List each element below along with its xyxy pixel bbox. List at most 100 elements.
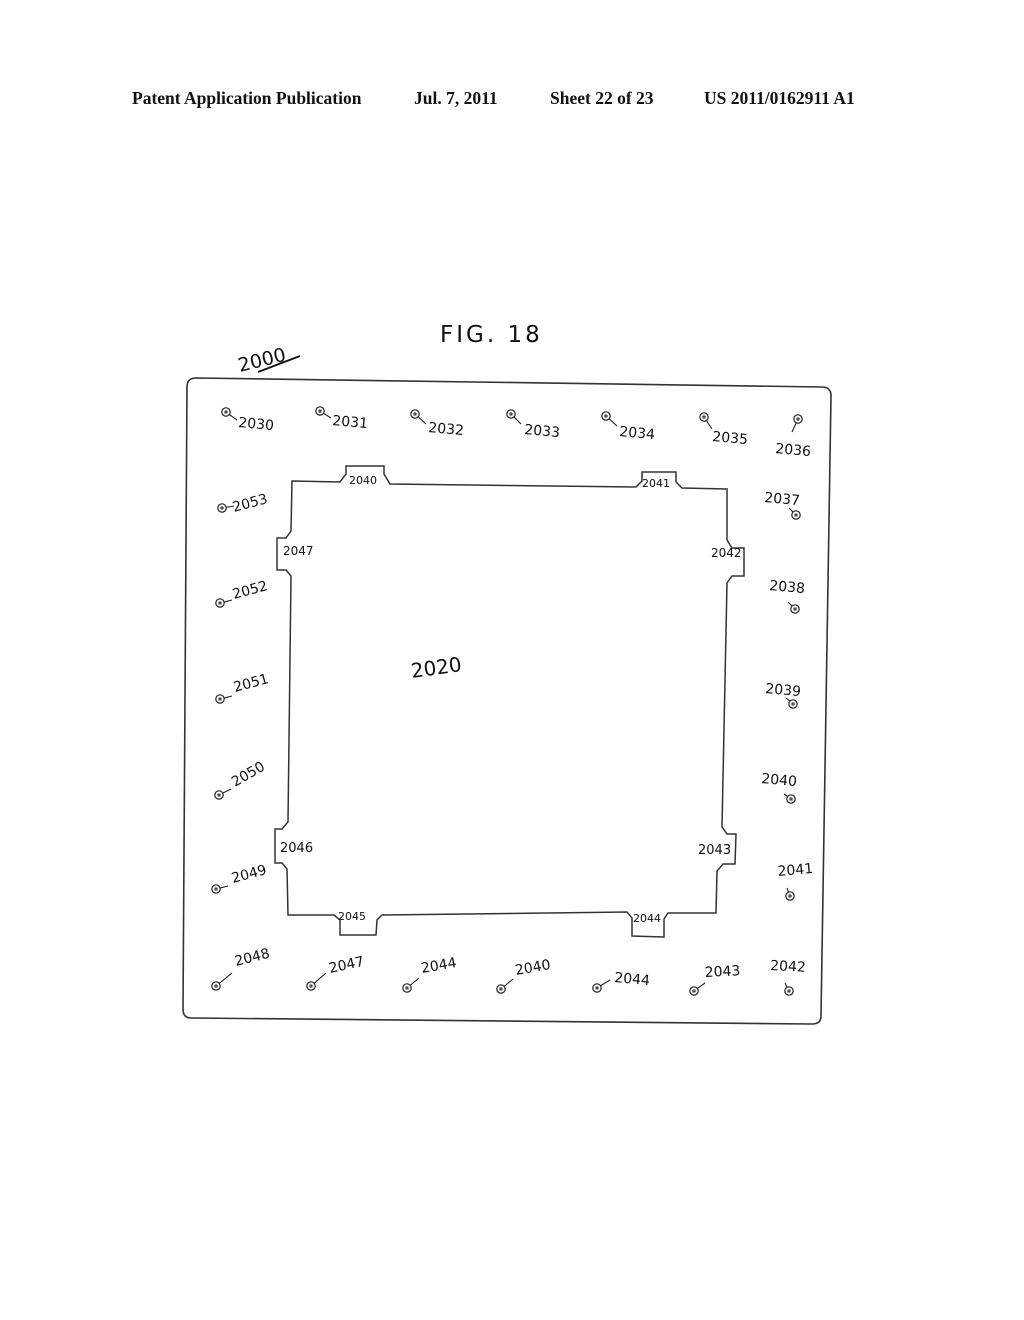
marker-ref-label: 2036	[775, 441, 812, 460]
leader-line	[410, 977, 420, 986]
fastener-hole-center	[309, 984, 313, 988]
leader-line	[786, 887, 789, 892]
marker-ref-label: 2044	[614, 970, 651, 989]
fastener-hole-center	[405, 986, 409, 990]
inner-opening-outline	[274, 465, 745, 938]
tab-label-top-left: 2040	[349, 474, 377, 487]
fastener-marker: 2042	[770, 958, 806, 996]
fastener-hole-center	[604, 414, 608, 418]
fastener-marker: 2040	[496, 957, 552, 994]
marker-ref-label: 2042	[770, 958, 806, 976]
marker-ref-label: 2031	[332, 413, 369, 432]
fastener-marker: 2031	[315, 406, 369, 432]
tab-label-bottom-right: 2044	[633, 912, 661, 925]
fastener-marker: 2035	[699, 412, 749, 448]
fastener-hole-center	[595, 986, 599, 990]
fastener-hole-center	[218, 697, 222, 701]
fastener-hole-center	[218, 601, 222, 605]
fastener-hole-center	[791, 702, 795, 706]
fastener-marker: 2039	[765, 681, 802, 709]
marker-ref-label: 2034	[619, 424, 656, 443]
marker-ref-label: 2050	[229, 759, 268, 791]
fastener-hole-center	[794, 513, 798, 517]
fastener-hole-center	[214, 887, 218, 891]
leader-line	[219, 972, 233, 984]
marker-ref-label: 2052	[231, 578, 270, 603]
fastener-hole-center	[318, 409, 322, 413]
marker-ref-label: 2039	[765, 681, 802, 700]
tab-label-left-lower: 2046	[280, 841, 313, 856]
leader-line	[788, 507, 794, 513]
marker-ref-label: 2048	[233, 946, 271, 970]
fastener-marker: 2033	[506, 409, 561, 441]
leader-line	[600, 979, 611, 987]
marker-ref-label: 2030	[238, 415, 275, 434]
fastener-marker: 2041	[777, 861, 814, 901]
tab-label-left-upper: 2047	[283, 544, 314, 558]
fastener-hole-center	[702, 415, 706, 419]
marker-ref-label: 2038	[769, 578, 806, 597]
tab-label-right-upper: 2042	[711, 546, 742, 560]
fastener-hole-center	[692, 989, 696, 993]
marker-ref-label: 2043	[704, 963, 740, 981]
leader-line	[513, 416, 522, 425]
fastener-hole-center	[787, 989, 791, 993]
marker-ref-label: 2040	[761, 771, 798, 790]
marker-ref-label: 2047	[328, 954, 366, 977]
fastener-hole-center	[214, 984, 218, 988]
fastener-hole-center	[499, 987, 503, 991]
marker-ref-label: 2041	[777, 861, 814, 880]
marker-ref-label: 2037	[764, 490, 801, 509]
fastener-marker: 2050	[214, 759, 268, 800]
marker-ref-label: 2053	[231, 491, 270, 516]
leader-line	[229, 414, 238, 421]
figure-title: FIG. 18	[440, 322, 543, 348]
perimeter-markers: 2030 2031 2032 2033 2034 2035 2036 2037 2038 2039…	[211, 406, 814, 996]
leader-line	[417, 416, 427, 425]
fastener-hole-center	[788, 894, 792, 898]
leader-line	[791, 422, 797, 433]
fastener-hole-center	[509, 412, 513, 416]
leader-line	[697, 982, 706, 989]
leader-line	[220, 885, 229, 889]
tab-label-top-right: 2041	[642, 477, 670, 490]
marker-ref-label: 2040	[514, 957, 552, 979]
fastener-marker: 2034	[601, 411, 656, 443]
fastener-marker: 2049	[211, 862, 269, 894]
leader-line	[224, 599, 233, 603]
fastener-hole-center	[224, 410, 228, 414]
fastener-hole-center	[793, 607, 797, 611]
fastener-marker: 2030	[221, 407, 275, 434]
fastener-hole-center	[789, 797, 793, 801]
fastener-hole-center	[220, 506, 224, 510]
leader-line	[783, 793, 788, 797]
fastener-marker: 2043	[689, 963, 741, 996]
leader-line	[784, 982, 788, 988]
leader-line	[314, 972, 327, 984]
assembly-ref-label: 2000	[236, 344, 288, 377]
fastener-marker: 2036	[775, 414, 812, 460]
leader-line	[224, 695, 233, 699]
fastener-marker: 2038	[769, 578, 806, 614]
patent-figure: FIG. 18 2000 2020 2040 2041 2042 2043 20…	[182, 322, 832, 1025]
marker-ref-label: 2032	[428, 420, 465, 439]
leader-line	[787, 601, 793, 607]
fastener-marker: 2044	[402, 955, 458, 993]
fastener-marker: 2052	[215, 578, 270, 608]
outer-plate-outline	[182, 377, 832, 1025]
leader-line	[222, 788, 232, 794]
fastener-marker: 2040	[761, 771, 798, 804]
fastener-hole-center	[796, 417, 800, 421]
marker-ref-label: 2035	[712, 429, 749, 448]
fastener-hole-center	[413, 412, 417, 416]
marker-ref-label: 2033	[524, 422, 561, 441]
leader-line	[504, 978, 514, 987]
tab-label-bottom-left: 2045	[338, 910, 366, 923]
marker-ref-label: 2049	[230, 862, 269, 887]
marker-ref-label: 2051	[232, 671, 271, 696]
leader-line	[706, 420, 713, 430]
fastener-marker: 2048	[211, 946, 272, 991]
tab-label-right-lower: 2043	[698, 843, 731, 858]
fastener-marker: 2053	[217, 491, 270, 516]
fastener-marker: 2051	[215, 671, 271, 704]
